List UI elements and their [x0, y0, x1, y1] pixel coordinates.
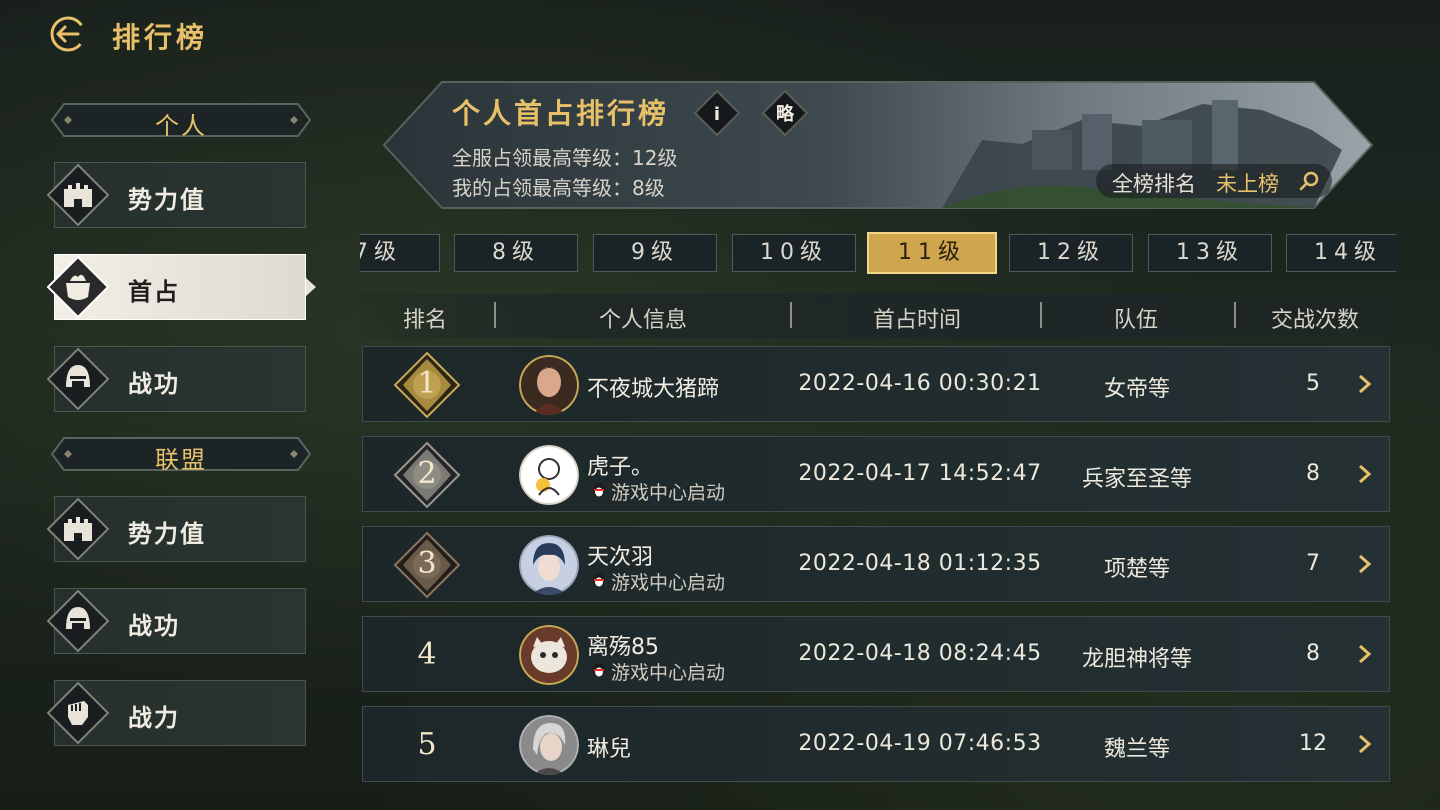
player-avatar[interactable]: [519, 535, 579, 595]
chevron-right-icon[interactable]: [1357, 373, 1373, 395]
sidebar-item-label: 战力: [128, 704, 180, 732]
battle-count: 7: [1306, 551, 1320, 576]
chevron-right-icon[interactable]: [1357, 553, 1373, 575]
tab-level[interactable]: 14级: [1286, 234, 1396, 272]
chevron-right-icon[interactable]: [1357, 643, 1373, 665]
battle-count: 5: [1306, 371, 1320, 396]
search-icon[interactable]: [1298, 170, 1320, 192]
banner-title: 个人首占排行榜: [452, 97, 670, 130]
sidebar-item-label: 势力值: [128, 520, 206, 548]
player-avatar[interactable]: [519, 445, 579, 505]
table-row[interactable]: 4 离殇85 游戏中心启动 2022-04-18 08:24:45 龙胆神将等 …: [362, 616, 1390, 692]
rank-number: 4: [417, 637, 437, 672]
level-tabs: 7级 8级 9级 10级 11级 12级 13级 14级: [360, 232, 1396, 274]
capture-time: 2022-04-16 00:30:21: [798, 371, 1042, 396]
sidebar-item-label: 战功: [128, 612, 180, 640]
table-row[interactable]: 5 琳兒 2022-04-19 07:46:53 魏兰等 12: [362, 706, 1390, 782]
info-icon[interactable]: i: [694, 90, 740, 136]
table-row[interactable]: 2 虎子。 游戏中心启动 2022-04-17 14:52:47 兵家至圣等 8: [362, 436, 1390, 512]
sidebar-item-personal-merit[interactable]: 战功: [46, 346, 306, 412]
table-row[interactable]: 3 天次羽 游戏中心启动 2022-04-18 01:12:35 项楚等 7: [362, 526, 1390, 602]
header-separator: [1234, 302, 1236, 328]
table-row[interactable]: 1 不夜城大猪蹄 2022-04-16 00:30:21 女帝等 5: [362, 346, 1390, 422]
section-header-alliance: 联盟: [50, 436, 312, 474]
capture-time: 2022-04-18 08:24:45: [798, 641, 1042, 666]
team-name: 魏兰等: [1103, 737, 1170, 762]
strategy-label: 略: [776, 103, 795, 125]
server-max-level: 全服占领最高等级：12级: [452, 146, 678, 170]
penguin-icon: [593, 663, 605, 677]
rank-number: 5: [417, 727, 437, 762]
tab-level[interactable]: 13级: [1148, 234, 1272, 272]
capture-time: 2022-04-19 07:46:53: [798, 731, 1042, 756]
rank-number: 3: [417, 546, 437, 581]
player-name: 离殇85: [587, 635, 659, 660]
castle-icon: [46, 163, 110, 227]
tab-level[interactable]: 10级: [732, 234, 856, 272]
penguin-icon: [593, 483, 605, 497]
header-battle-count: 交战次数: [1270, 308, 1359, 333]
tab-level[interactable]: 7级: [360, 234, 440, 272]
tab-level[interactable]: 9级: [593, 234, 717, 272]
sidebar-item-label: 战功: [128, 370, 180, 398]
chevron-right-icon[interactable]: [1357, 733, 1373, 755]
header-separator: [1040, 302, 1042, 328]
header-team: 队伍: [1113, 308, 1158, 333]
fist-icon: [46, 681, 110, 745]
castle-icon: [46, 497, 110, 561]
sidebar-item-personal-power[interactable]: 势力值: [46, 162, 306, 228]
tab-level-active[interactable]: 11级: [867, 232, 997, 274]
team-name: 兵家至圣等: [1081, 467, 1192, 492]
header-rank: 排名: [402, 308, 447, 333]
overall-rank-label: 全榜排名: [1112, 172, 1196, 196]
player-avatar[interactable]: [519, 625, 579, 685]
rank-number: 2: [417, 456, 437, 491]
active-indicator: [306, 278, 316, 296]
team-name: 龙胆神将等: [1081, 647, 1192, 672]
back-arrow-icon[interactable]: [48, 14, 88, 54]
player-name: 天次羽: [587, 545, 654, 570]
team-name: 项楚等: [1103, 557, 1170, 582]
battle-count: 8: [1306, 461, 1320, 486]
sidebar-item-alliance-power[interactable]: 势力值: [46, 496, 306, 562]
rank-number: 1: [417, 366, 437, 401]
sidebar-item-first-capture[interactable]: 首占: [46, 254, 316, 320]
player-name: 不夜城大猪蹄: [587, 377, 720, 402]
header-player-info: 个人信息: [598, 308, 687, 333]
sidebar-item-label: 首占: [128, 278, 180, 306]
launch-source: 游戏中心启动: [611, 572, 726, 594]
player-avatar[interactable]: [519, 355, 579, 415]
tab-level[interactable]: 12级: [1009, 234, 1133, 272]
player-name: 虎子。: [587, 455, 654, 480]
battle-count: 12: [1299, 731, 1327, 756]
info-label: i: [714, 104, 720, 125]
overall-rank-value: 未上榜: [1216, 172, 1279, 196]
launch-source: 游戏中心启动: [611, 482, 726, 504]
capture-time: 2022-04-18 01:12:35: [798, 551, 1042, 576]
section-header-personal: 个人: [50, 102, 312, 140]
strategy-icon[interactable]: 略: [762, 90, 808, 136]
section-header-label: 联盟: [155, 446, 207, 474]
table-header: 排名 个人信息 首占时间 队伍 交战次数: [360, 294, 1394, 338]
page-title: 排行榜: [112, 21, 209, 54]
section-header-label: 个人: [155, 112, 207, 140]
chevron-right-icon[interactable]: [1357, 463, 1373, 485]
player-avatar[interactable]: [519, 715, 579, 775]
my-max-level: 我的占领最高等级：8级: [452, 176, 665, 200]
helmet-icon: [46, 589, 110, 653]
helmet-icon: [46, 347, 110, 411]
team-name: 女帝等: [1103, 377, 1170, 402]
capture-time: 2022-04-17 14:52:47: [798, 461, 1042, 486]
launch-source: 游戏中心启动: [611, 662, 726, 684]
cauldron-icon: [46, 255, 110, 319]
penguin-icon: [593, 573, 605, 587]
tab-level[interactable]: 8级: [454, 234, 578, 272]
sidebar-item-alliance-strength[interactable]: 战力: [46, 680, 306, 746]
player-name: 琳兒: [587, 737, 632, 762]
header-capture-time: 首占时间: [872, 308, 961, 333]
sidebar-item-alliance-merit[interactable]: 战功: [46, 588, 306, 654]
battle-count: 8: [1306, 641, 1320, 666]
sidebar-item-label: 势力值: [128, 186, 206, 214]
